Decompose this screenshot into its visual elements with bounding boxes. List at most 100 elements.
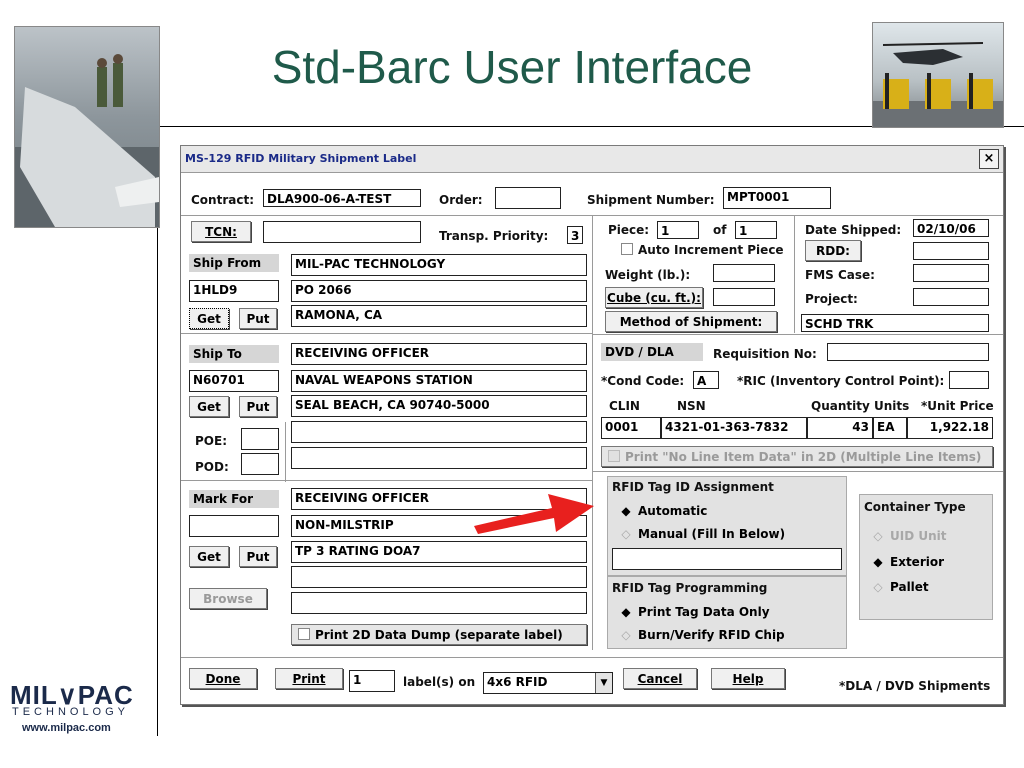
radio-automatic[interactable]: ◆ Automatic — [620, 504, 707, 518]
cond-code-field[interactable]: A — [693, 371, 719, 389]
cond-code-label: *Cond Code: — [601, 374, 685, 388]
help-button-label: Help — [732, 672, 764, 686]
radio-exterior[interactable]: ◆ Exterior — [872, 555, 944, 569]
method-of-shipment-field[interactable]: SCHD TRK — [801, 314, 989, 332]
ship-to-get-button[interactable]: Get — [189, 396, 229, 417]
units-field[interactable]: EA — [873, 417, 907, 439]
no-line-item-checkbox[interactable]: Print "No Line Item Data" in 2D (Multipl… — [601, 446, 993, 467]
date-shipped-label: Date Shipped: — [805, 223, 902, 237]
helicopter-forklift-art — [873, 42, 1003, 127]
weight-field[interactable] — [713, 264, 775, 282]
mark-for-line3[interactable]: TP 3 RATING DOA7 — [291, 541, 587, 563]
jet-photo — [14, 26, 160, 228]
radio-exterior-label: Exterior — [890, 555, 945, 569]
radio-pallet[interactable]: ◇ Pallet — [872, 580, 929, 594]
cancel-button[interactable]: Cancel — [623, 668, 697, 689]
ship-to-line2[interactable]: NAVAL WEAPONS STATION — [291, 370, 587, 392]
requisition-field[interactable] — [827, 343, 989, 361]
rdd-field[interactable] — [913, 242, 989, 260]
rdd-button[interactable]: RDD: — [805, 240, 861, 261]
label-format-select[interactable]: 4x6 RFID ▼ — [483, 672, 613, 694]
rfid-programming-group: RFID Tag Programming ◆ Print Tag Data Onl… — [607, 576, 847, 649]
radio-selected-icon: ◆ — [621, 605, 631, 619]
project-field[interactable] — [913, 288, 989, 306]
date-shipped-field[interactable]: 02/10/06 — [913, 219, 989, 237]
container-type-group: Container Type ◇ UID Unit ◆ Exterior ◇ Pall… — [859, 494, 993, 620]
ship-from-line2[interactable]: PO 2066 — [291, 280, 587, 302]
contract-field[interactable]: DLA900-06-A-TEST — [263, 189, 421, 207]
help-button[interactable]: Help — [711, 668, 785, 689]
radio-pallet-label: Pallet — [890, 580, 929, 594]
transport-priority-field[interactable]: 3 — [567, 226, 583, 244]
mark-for-put-button[interactable]: Put — [239, 546, 277, 567]
radio-unselected-icon: ◇ — [873, 580, 883, 594]
manual-tag-id-field[interactable] — [612, 548, 842, 570]
print-2d-dump-label: Print 2D Data Dump (separate label) — [315, 628, 563, 642]
nsn-field[interactable]: 4321-01-363-7832 — [661, 417, 807, 439]
ric-field[interactable] — [949, 371, 989, 389]
fms-case-field[interactable] — [913, 264, 989, 282]
radio-unselected-icon: ◇ — [621, 527, 631, 541]
auto-increment-checkbox[interactable]: Auto Increment Piece — [621, 243, 784, 257]
radio-selected-icon: ◆ — [621, 504, 631, 518]
label-count-field[interactable]: 1 — [349, 670, 395, 692]
ship-to-line5[interactable] — [291, 447, 587, 469]
ric-label: *RIC (Inventory Control Point): — [737, 374, 945, 388]
shipment-number-label: Shipment Number: — [587, 193, 715, 207]
col-quantity: Quantity — [811, 399, 870, 413]
auto-increment-label: Auto Increment Piece — [638, 243, 784, 257]
tcn-field[interactable] — [263, 221, 421, 243]
poe-label: POE: — [195, 434, 227, 448]
of-label: of — [713, 223, 727, 237]
col-clin: CLIN — [609, 399, 640, 413]
radio-uid-unit[interactable]: ◇ UID Unit — [872, 529, 946, 543]
tcn-button[interactable]: TCN: — [191, 221, 251, 242]
cube-button[interactable]: Cube (cu. ft.): — [605, 287, 703, 308]
mark-for-code-field[interactable] — [189, 515, 279, 537]
mark-for-get-button[interactable]: Get — [189, 546, 229, 567]
mark-for-line5[interactable] — [291, 592, 587, 614]
ship-to-line1[interactable]: RECEIVING OFFICER — [291, 343, 587, 365]
done-button[interactable]: Done — [189, 668, 257, 689]
rfid-programming-header: RFID Tag Programming — [612, 581, 768, 595]
ship-to-put-button[interactable]: Put — [239, 396, 277, 417]
ship-from-line1[interactable]: MIL-PAC TECHNOLOGY — [291, 254, 587, 276]
container-type-header: Container Type — [864, 500, 966, 514]
col-units: Units — [874, 399, 910, 413]
ship-from-code-field[interactable]: 1HLD9 — [189, 280, 279, 302]
ship-from-get-button[interactable]: Get — [189, 308, 229, 329]
poe-field[interactable] — [241, 428, 279, 450]
radio-print-only[interactable]: ◆ Print Tag Data Only — [620, 605, 769, 619]
unit-price-field[interactable]: 1,922.18 — [907, 417, 993, 439]
pod-field[interactable] — [241, 453, 279, 475]
chevron-down-icon[interactable]: ▼ — [595, 673, 612, 693]
ship-to-line3[interactable]: SEAL BEACH, CA 90740-5000 — [291, 395, 587, 417]
quantity-field[interactable]: 43 — [807, 417, 873, 439]
piece-label: Piece: — [608, 223, 650, 237]
order-field[interactable] — [495, 187, 561, 209]
ship-to-line4[interactable] — [291, 421, 587, 443]
shipment-number-field[interactable]: MPT0001 — [723, 187, 831, 209]
cube-field[interactable] — [713, 288, 775, 306]
radio-burn-verify[interactable]: ◇ Burn/Verify RFID Chip — [620, 628, 784, 642]
ship-to-code-field[interactable]: N60701 — [189, 370, 279, 392]
print-button[interactable]: Print — [275, 668, 343, 689]
rfid-assignment-group: RFID Tag ID Assignment ◆ Automatic ◇ Manua… — [607, 476, 847, 576]
mark-for-line4[interactable] — [291, 566, 587, 588]
ship-from-put-button[interactable]: Put — [239, 308, 277, 329]
checkbox-box — [621, 243, 633, 255]
close-button[interactable]: × — [979, 149, 999, 169]
method-of-shipment-button[interactable]: Method of Shipment: — [605, 311, 777, 332]
done-button-label: Done — [205, 672, 241, 686]
print-2d-dump-checkbox[interactable]: Print 2D Data Dump (separate label) — [291, 624, 587, 645]
of-field[interactable]: 1 — [735, 221, 777, 239]
cube-button-label: Cube (cu. ft.): — [607, 291, 701, 305]
radio-manual[interactable]: ◇ Manual (Fill In Below) — [620, 527, 785, 541]
piece-field[interactable]: 1 — [657, 221, 699, 239]
company-url[interactable]: www.milpac.com — [22, 722, 111, 734]
pod-label: POD: — [195, 460, 229, 474]
order-label: Order: — [439, 193, 483, 207]
clin-field[interactable]: 0001 — [601, 417, 661, 439]
ship-from-line3[interactable]: RAMONA, CA — [291, 305, 587, 327]
browse-button[interactable]: Browse — [189, 588, 267, 609]
